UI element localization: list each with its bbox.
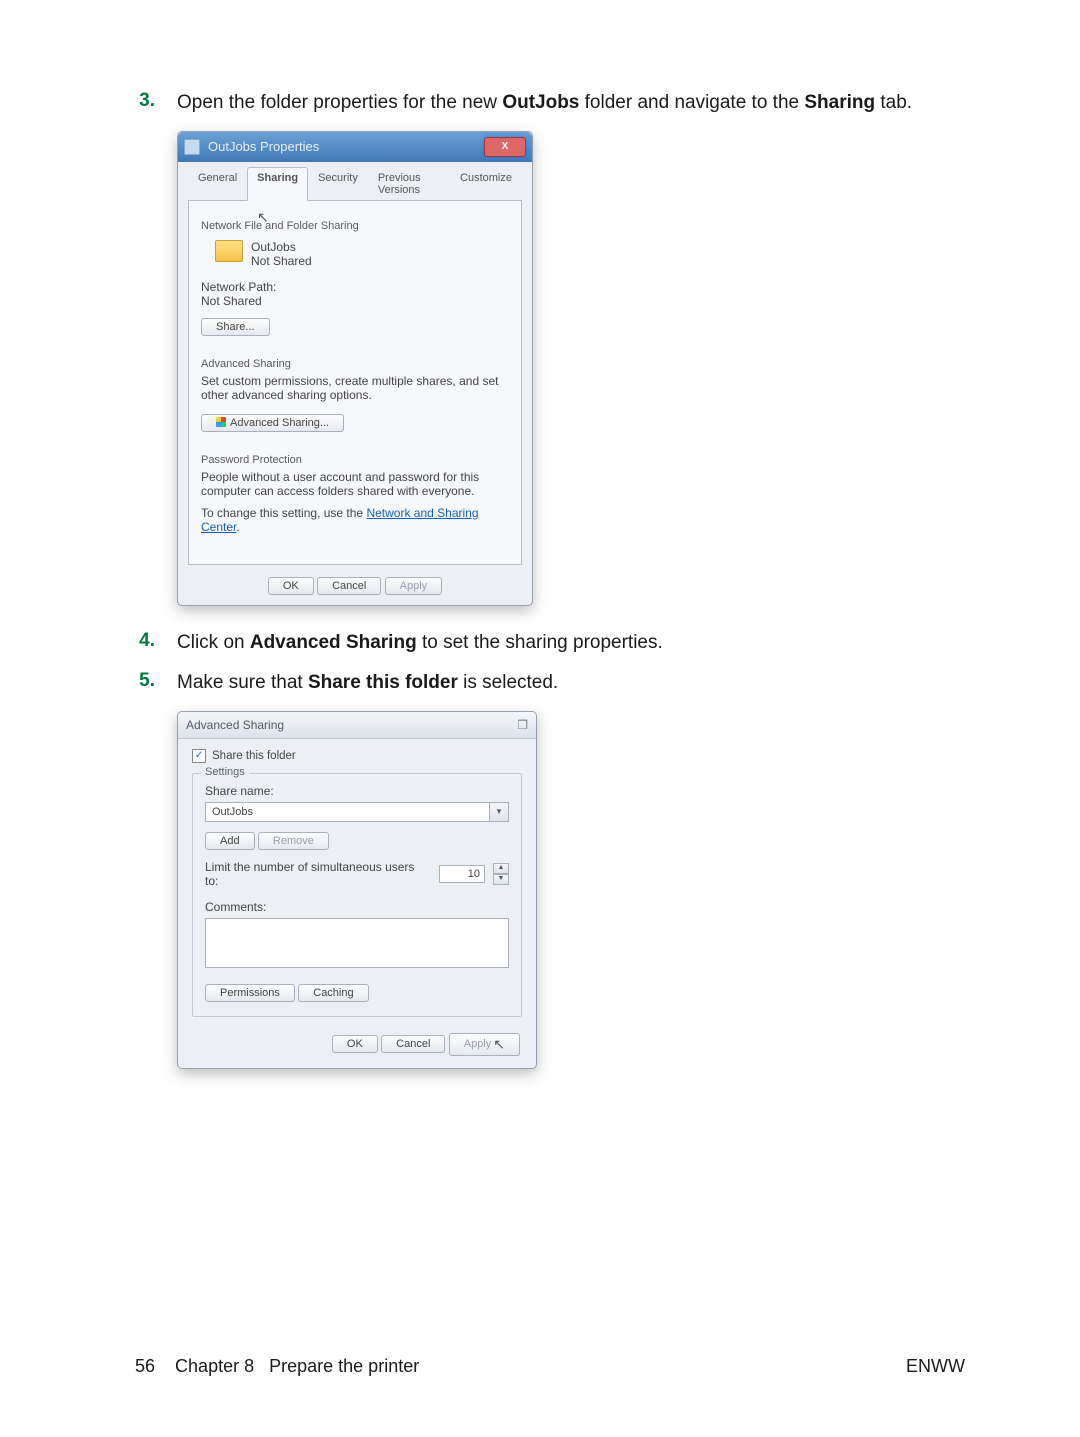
section-advanced-sharing: Advanced Sharing <box>201 358 509 370</box>
caching-button[interactable]: Caching <box>298 984 368 1002</box>
window-title: Advanced Sharing <box>186 718 284 732</box>
chapter-title: Prepare the printer <box>269 1356 419 1376</box>
remove-button[interactable]: Remove <box>258 832 329 850</box>
step3-post: tab. <box>875 92 912 113</box>
step4-pre: Click on <box>177 632 250 653</box>
advanced-sharing-desc: Set custom permissions, create multiple … <box>201 374 501 402</box>
step3-pre: Open the folder properties for the new <box>177 92 502 113</box>
password-protection-text2: To change this setting, use the Network … <box>201 506 509 534</box>
spin-up[interactable]: ▲ <box>493 863 509 874</box>
step3-mid: folder and navigate to the <box>579 92 804 113</box>
step3-text: Open the folder properties for the new O… <box>177 90 912 117</box>
tab-security[interactable]: Security <box>308 167 368 201</box>
share-name-dropdown[interactable]: ▾ <box>490 802 509 822</box>
outjobs-properties-dialog: OutJobs Properties X General Sharing Sec… <box>177 131 533 606</box>
step3-bold2: Sharing <box>804 92 875 113</box>
folder-state: Not Shared <box>251 254 312 268</box>
step-number-5: 5. <box>135 670 155 692</box>
limit-users-label: Limit the number of simultaneous users t… <box>205 860 431 888</box>
ok-button[interactable]: OK <box>268 577 314 595</box>
apply-label: Apply <box>464 1038 492 1050</box>
share-this-folder-label: Share this folder <box>212 750 296 762</box>
section-password-protection: Password Protection <box>201 454 509 466</box>
window-title: OutJobs Properties <box>208 139 319 154</box>
step5-post: is selected. <box>458 672 558 693</box>
close-icon[interactable]: ❐ <box>517 718 528 732</box>
cancel-button[interactable]: Cancel <box>381 1035 445 1053</box>
cursor-icon: ↖ <box>493 1036 505 1053</box>
permissions-button[interactable]: Permissions <box>205 984 295 1002</box>
pp-text2a: To change this setting, use the <box>201 506 366 520</box>
page-footer: 56 Chapter 8 Prepare the printer ENWW <box>135 1356 965 1377</box>
pp-text2b: . <box>236 520 239 534</box>
advanced-sharing-dialog: Advanced Sharing ❐ ✓ Share this folder S… <box>177 711 537 1069</box>
step5-pre: Make sure that <box>177 672 308 693</box>
add-button[interactable]: Add <box>205 832 255 850</box>
step4-post: to set the sharing properties. <box>417 632 663 653</box>
share-this-folder-checkbox[interactable]: ✓ Share this folder <box>192 749 522 763</box>
advanced-sharing-button[interactable]: Advanced Sharing... <box>201 414 344 432</box>
tab-sharing[interactable]: Sharing <box>247 167 308 201</box>
share-name-field[interactable]: OutJobs <box>205 802 490 822</box>
step-number-3: 3. <box>135 90 155 112</box>
section-network-sharing: Network File and Folder Sharing <box>201 220 509 232</box>
comments-label: Comments: <box>205 900 509 914</box>
folder-icon <box>215 240 243 262</box>
step3-bold1: OutJobs <box>502 92 579 113</box>
checkbox-box: ✓ <box>192 749 206 763</box>
apply-button[interactable]: Apply <box>385 577 443 595</box>
tab-bar: General Sharing Security Previous Versio… <box>188 166 522 201</box>
page-number: 56 <box>135 1356 155 1376</box>
footer-right: ENWW <box>906 1356 965 1377</box>
tab-customize[interactable]: Customize <box>450 167 522 201</box>
step4-text: Click on Advanced Sharing to set the sha… <box>177 630 663 657</box>
step4-bold: Advanced Sharing <box>250 632 417 653</box>
apply-button[interactable]: Apply↖ <box>449 1033 520 1056</box>
tab-general[interactable]: General <box>188 167 247 201</box>
titlebar: Advanced Sharing ❐ <box>178 712 536 739</box>
tab-previous-versions[interactable]: Previous Versions <box>368 167 450 201</box>
ok-button[interactable]: OK <box>332 1035 378 1053</box>
window-icon <box>184 139 200 155</box>
limit-users-field[interactable]: 10 <box>439 865 485 883</box>
cancel-button[interactable]: Cancel <box>317 577 381 595</box>
password-protection-text: People without a user account and passwo… <box>201 470 509 498</box>
step5-bold: Share this folder <box>308 672 458 693</box>
spin-down[interactable]: ▼ <box>493 874 509 885</box>
share-name-label: Share name: <box>205 784 509 798</box>
share-button[interactable]: Share... <box>201 318 270 336</box>
titlebar: OutJobs Properties X <box>178 132 532 162</box>
network-path-value: Not Shared <box>201 294 509 308</box>
close-button[interactable]: X <box>484 137 526 157</box>
network-path-label: Network Path: <box>201 280 509 294</box>
shield-icon <box>216 417 226 427</box>
chapter-label: Chapter 8 <box>175 1356 254 1376</box>
step-number-4: 4. <box>135 630 155 652</box>
step5-text: Make sure that Share this folder is sele… <box>177 670 558 697</box>
folder-name: OutJobs <box>251 240 312 254</box>
advanced-sharing-button-label: Advanced Sharing... <box>230 417 329 429</box>
settings-legend: Settings <box>201 766 249 778</box>
comments-field[interactable] <box>205 918 509 968</box>
